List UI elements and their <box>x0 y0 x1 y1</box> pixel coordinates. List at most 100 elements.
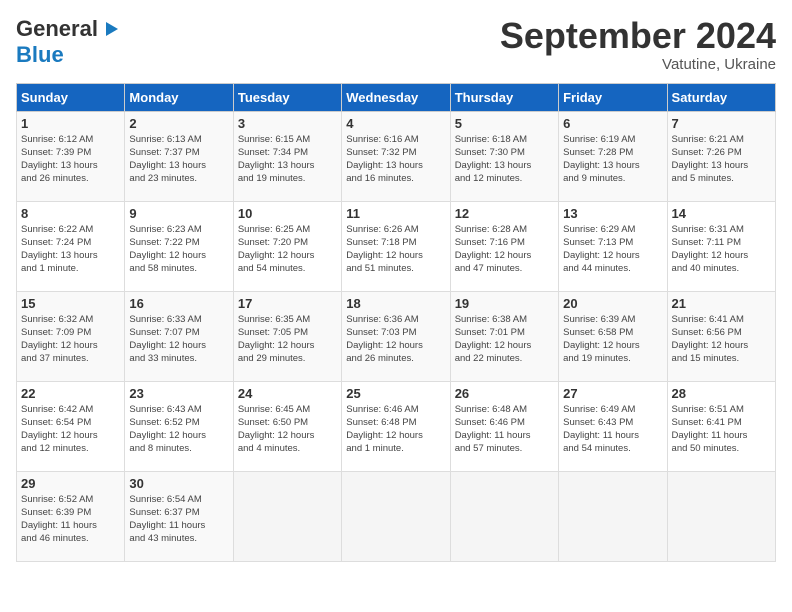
day-number: 24 <box>238 386 337 401</box>
table-row: 6 Sunrise: 6:19 AM Sunset: 7:28 PM Daylig… <box>559 111 667 201</box>
day-number: 2 <box>129 116 228 131</box>
day-number: 29 <box>21 476 120 491</box>
calendar-week-row: 8 Sunrise: 6:22 AM Sunset: 7:24 PM Daylig… <box>17 201 776 291</box>
table-row: 23Sunrise: 6:43 AM Sunset: 6:52 PM Dayli… <box>125 381 233 471</box>
table-row: 1 Sunrise: 6:12 AM Sunset: 7:39 PM Daylig… <box>17 111 125 201</box>
table-row: 15Sunrise: 6:32 AM Sunset: 7:09 PM Dayli… <box>17 291 125 381</box>
day-info: Sunrise: 6:21 AM Sunset: 7:26 PM Dayligh… <box>672 133 771 186</box>
subtitle: Vatutine, Ukraine <box>500 56 776 73</box>
table-row: 29 Sunrise: 6:52 AM Sunset: 6:39 PM Dayli… <box>17 471 125 561</box>
day-info: Sunrise: 6:26 AM Sunset: 7:18 PM Dayligh… <box>346 223 445 276</box>
calendar-week-row: 1 Sunrise: 6:12 AM Sunset: 7:39 PM Daylig… <box>17 111 776 201</box>
table-row: 20 Sunrise: 6:39 AM Sunset: 6:58 PM Dayli… <box>559 291 667 381</box>
day-number: 1 <box>21 116 120 131</box>
col-wednesday: Wednesday <box>342 83 450 111</box>
calendar-header-row: Sunday Monday Tuesday Wednesday Thursday… <box>17 83 776 111</box>
day-info: Sunrise: 6:31 AM Sunset: 7:11 PM Dayligh… <box>672 223 771 276</box>
day-info: Sunrise: 6:13 AM Sunset: 7:37 PM Dayligh… <box>129 133 228 186</box>
day-info: Sunrise: 6:46 AM Sunset: 6:48 PM Dayligh… <box>346 403 445 456</box>
day-number: 12 <box>455 206 554 221</box>
day-number: 13 <box>563 206 662 221</box>
table-row <box>559 471 667 561</box>
table-row: 19 Sunrise: 6:38 AM Sunset: 7:01 PM Dayli… <box>450 291 558 381</box>
day-number: 7 <box>672 116 771 131</box>
day-info: Sunrise: 6:22 AM Sunset: 7:24 PM Dayligh… <box>21 223 120 276</box>
table-row: 9 Sunrise: 6:23 AM Sunset: 7:22 PM Daylig… <box>125 201 233 291</box>
day-info: Sunrise: 6:54 AM Sunset: 6:37 PM Dayligh… <box>129 493 228 546</box>
title-section: September 2024 Vatutine, Ukraine <box>500 16 776 73</box>
day-number: 6 <box>563 116 662 131</box>
table-row: 30 Sunrise: 6:54 AM Sunset: 6:37 PM Dayli… <box>125 471 233 561</box>
table-row: 17Sunrise: 6:35 AM Sunset: 7:05 PM Dayli… <box>233 291 341 381</box>
day-number: 18 <box>346 296 445 311</box>
table-row: 22 Sunrise: 6:42 AM Sunset: 6:54 PM Dayli… <box>17 381 125 471</box>
day-info: Sunrise: 6:52 AM Sunset: 6:39 PM Dayligh… <box>21 493 120 546</box>
day-number: 22 <box>21 386 120 401</box>
table-row: 18 Sunrise: 6:36 AM Sunset: 7:03 PM Dayli… <box>342 291 450 381</box>
day-info: Sunrise: 6:38 AM Sunset: 7:01 PM Dayligh… <box>455 313 554 366</box>
day-info: Sunrise: 6:35 AM Sunset: 7:05 PM Dayligh… <box>238 313 337 366</box>
table-row: 2 Sunrise: 6:13 AM Sunset: 7:37 PM Daylig… <box>125 111 233 201</box>
col-saturday: Saturday <box>667 83 775 111</box>
day-info: Sunrise: 6:33 AM Sunset: 7:07 PM Dayligh… <box>129 313 228 366</box>
day-number: 14 <box>672 206 771 221</box>
day-number: 4 <box>346 116 445 131</box>
day-info: Sunrise: 6:12 AM Sunset: 7:39 PM Dayligh… <box>21 133 120 186</box>
day-number: 19 <box>455 296 554 311</box>
table-row: 10 Sunrise: 6:25 AM Sunset: 7:20 PM Dayli… <box>233 201 341 291</box>
table-row: 4Sunrise: 6:16 AM Sunset: 7:32 PM Daylig… <box>342 111 450 201</box>
table-row: 14 Sunrise: 6:31 AM Sunset: 7:11 PM Dayli… <box>667 201 775 291</box>
logo: General Blue <box>16 16 120 68</box>
day-info: Sunrise: 6:19 AM Sunset: 7:28 PM Dayligh… <box>563 133 662 186</box>
table-row: 13 Sunrise: 6:29 AM Sunset: 7:13 PM Dayli… <box>559 201 667 291</box>
day-info: Sunrise: 6:39 AM Sunset: 6:58 PM Dayligh… <box>563 313 662 366</box>
col-tuesday: Tuesday <box>233 83 341 111</box>
day-info: Sunrise: 6:23 AM Sunset: 7:22 PM Dayligh… <box>129 223 228 276</box>
table-row: 16 Sunrise: 6:33 AM Sunset: 7:07 PM Dayli… <box>125 291 233 381</box>
day-info: Sunrise: 6:28 AM Sunset: 7:16 PM Dayligh… <box>455 223 554 276</box>
day-number: 23 <box>129 386 228 401</box>
day-number: 10 <box>238 206 337 221</box>
col-monday: Monday <box>125 83 233 111</box>
table-row: 27 Sunrise: 6:49 AM Sunset: 6:43 PM Dayli… <box>559 381 667 471</box>
table-row: 5 Sunrise: 6:18 AM Sunset: 7:30 PM Daylig… <box>450 111 558 201</box>
day-number: 16 <box>129 296 228 311</box>
table-row: 26Sunrise: 6:48 AM Sunset: 6:46 PM Dayli… <box>450 381 558 471</box>
day-number: 3 <box>238 116 337 131</box>
calendar-week-row: 22 Sunrise: 6:42 AM Sunset: 6:54 PM Dayli… <box>17 381 776 471</box>
table-row: 21Sunrise: 6:41 AM Sunset: 6:56 PM Dayli… <box>667 291 775 381</box>
table-row <box>667 471 775 561</box>
month-title: September 2024 <box>500 16 776 56</box>
day-info: Sunrise: 6:29 AM Sunset: 7:13 PM Dayligh… <box>563 223 662 276</box>
day-number: 28 <box>672 386 771 401</box>
day-info: Sunrise: 6:49 AM Sunset: 6:43 PM Dayligh… <box>563 403 662 456</box>
day-info: Sunrise: 6:51 AM Sunset: 6:41 PM Dayligh… <box>672 403 771 456</box>
table-row <box>233 471 341 561</box>
day-number: 30 <box>129 476 228 491</box>
day-number: 25 <box>346 386 445 401</box>
table-row: 11 Sunrise: 6:26 AM Sunset: 7:18 PM Dayli… <box>342 201 450 291</box>
table-row: 24Sunrise: 6:45 AM Sunset: 6:50 PM Dayli… <box>233 381 341 471</box>
day-number: 9 <box>129 206 228 221</box>
day-info: Sunrise: 6:32 AM Sunset: 7:09 PM Dayligh… <box>21 313 120 366</box>
day-number: 27 <box>563 386 662 401</box>
page-header: General Blue September 2024 Vatutine, Uk… <box>16 16 776 73</box>
table-row: 3 Sunrise: 6:15 AM Sunset: 7:34 PM Daylig… <box>233 111 341 201</box>
logo-general-text: General <box>16 16 98 42</box>
table-row: 12 Sunrise: 6:28 AM Sunset: 7:16 PM Dayli… <box>450 201 558 291</box>
day-info: Sunrise: 6:48 AM Sunset: 6:46 PM Dayligh… <box>455 403 554 456</box>
day-number: 5 <box>455 116 554 131</box>
day-info: Sunrise: 6:15 AM Sunset: 7:34 PM Dayligh… <box>238 133 337 186</box>
day-info: Sunrise: 6:18 AM Sunset: 7:30 PM Dayligh… <box>455 133 554 186</box>
day-info: Sunrise: 6:36 AM Sunset: 7:03 PM Dayligh… <box>346 313 445 366</box>
table-row <box>342 471 450 561</box>
day-number: 11 <box>346 206 445 221</box>
table-row: 25 Sunrise: 6:46 AM Sunset: 6:48 PM Dayli… <box>342 381 450 471</box>
day-info: Sunrise: 6:42 AM Sunset: 6:54 PM Dayligh… <box>21 403 120 456</box>
day-number: 21 <box>672 296 771 311</box>
logo-arrow-icon <box>98 18 120 40</box>
table-row: 28 Sunrise: 6:51 AM Sunset: 6:41 PM Dayli… <box>667 381 775 471</box>
day-number: 20 <box>563 296 662 311</box>
day-number: 8 <box>21 206 120 221</box>
day-info: Sunrise: 6:25 AM Sunset: 7:20 PM Dayligh… <box>238 223 337 276</box>
